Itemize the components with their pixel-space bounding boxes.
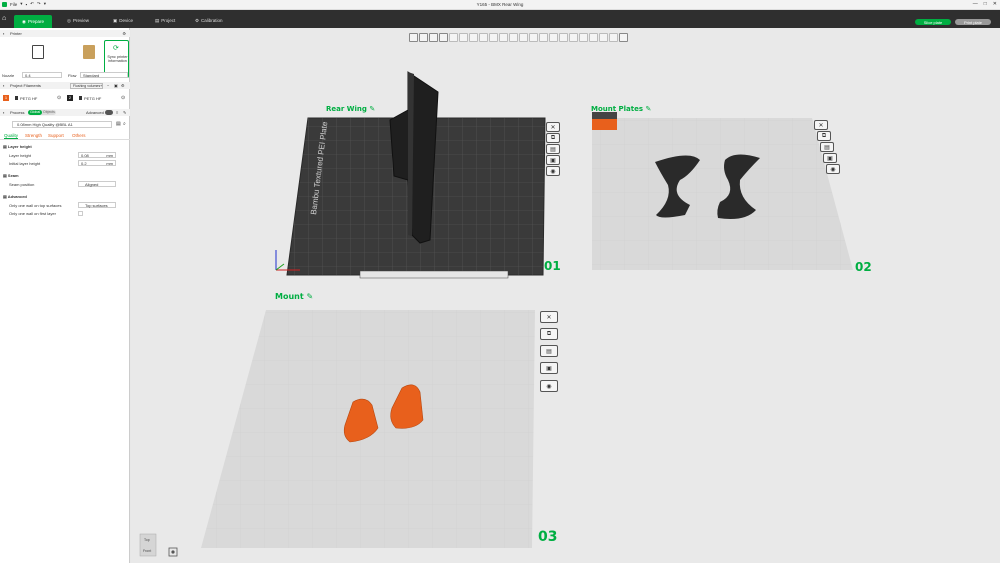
y-axis [275,263,285,271]
plate-02[interactable] [592,112,853,270]
plate-logo-strip [359,270,509,279]
plate-02-settings-button[interactable]: ◉ [826,164,840,174]
plate-02-orient-button[interactable]: ⧉ [817,131,831,141]
plate-03-settings-button[interactable]: ◉ [540,380,558,392]
edit-name-icon[interactable]: ✎ [306,292,313,301]
eye-icon: ◉ [830,166,836,173]
plate-02-number: 02 [855,260,872,274]
plate-03-number: 03 [538,529,558,545]
plate-03-arrange-button[interactable]: ▤ [540,345,558,357]
plate-03-delete-button[interactable]: ✕ [540,311,558,323]
orient-icon: ⧉ [550,134,556,141]
plate-01-orient-button[interactable]: ⧉ [546,133,560,143]
plate-01[interactable]: Bambu Textured PEI Plate [275,71,546,279]
scene: Bambu Textured PEI Plate Top Front [139,71,853,557]
plate-03-name[interactable]: Mount ✎ [275,292,313,301]
orient-icon: ⧉ [546,330,552,337]
plate-01-delete-button[interactable]: ✕ [546,122,560,132]
lock-icon: ▣ [546,365,552,372]
view-cube-top[interactable]: Top [144,538,150,542]
plate-03-lock-button[interactable]: ▣ [540,362,558,374]
lock-icon: ▣ [827,155,833,162]
plate-01-lock-button[interactable]: ▣ [546,155,560,165]
fit-view-icon[interactable] [168,547,178,557]
plate-02-delete-button[interactable]: ✕ [814,120,828,130]
close-icon: ✕ [818,122,824,129]
arrange-icon: ▤ [824,144,830,151]
plate-02-name[interactable]: Mount Plates ✎ [591,105,651,113]
plate-01-number: 01 [544,259,561,273]
eye-icon: ◉ [546,383,552,390]
plate-02-arrange-button[interactable]: ▤ [820,142,834,152]
plate-01-name[interactable]: Rear Wing ✎ [326,105,375,113]
orient-icon: ⧉ [821,132,827,139]
plate-03-orient-button[interactable]: ⧉ [540,328,558,340]
close-icon: ✕ [550,124,556,131]
plate-01-arrange-button[interactable]: ▤ [546,144,560,154]
lock-icon: ▣ [550,157,556,164]
plate-01-settings-button[interactable]: ◉ [546,166,560,176]
arrange-icon: ▤ [546,348,552,355]
filament-color-indicator [592,112,617,119]
view-cube[interactable]: Top Front [139,533,157,557]
plate-03[interactable] [201,310,535,548]
arrange-icon: ▤ [550,146,556,153]
close-icon: ✕ [546,314,552,321]
edit-name-icon[interactable]: ✎ [645,105,651,113]
eye-icon: ◉ [550,168,556,175]
edit-name-icon[interactable]: ✎ [369,105,375,113]
plate-02-lock-button[interactable]: ▣ [823,153,837,163]
view-cube-front[interactable]: Front [143,549,151,553]
